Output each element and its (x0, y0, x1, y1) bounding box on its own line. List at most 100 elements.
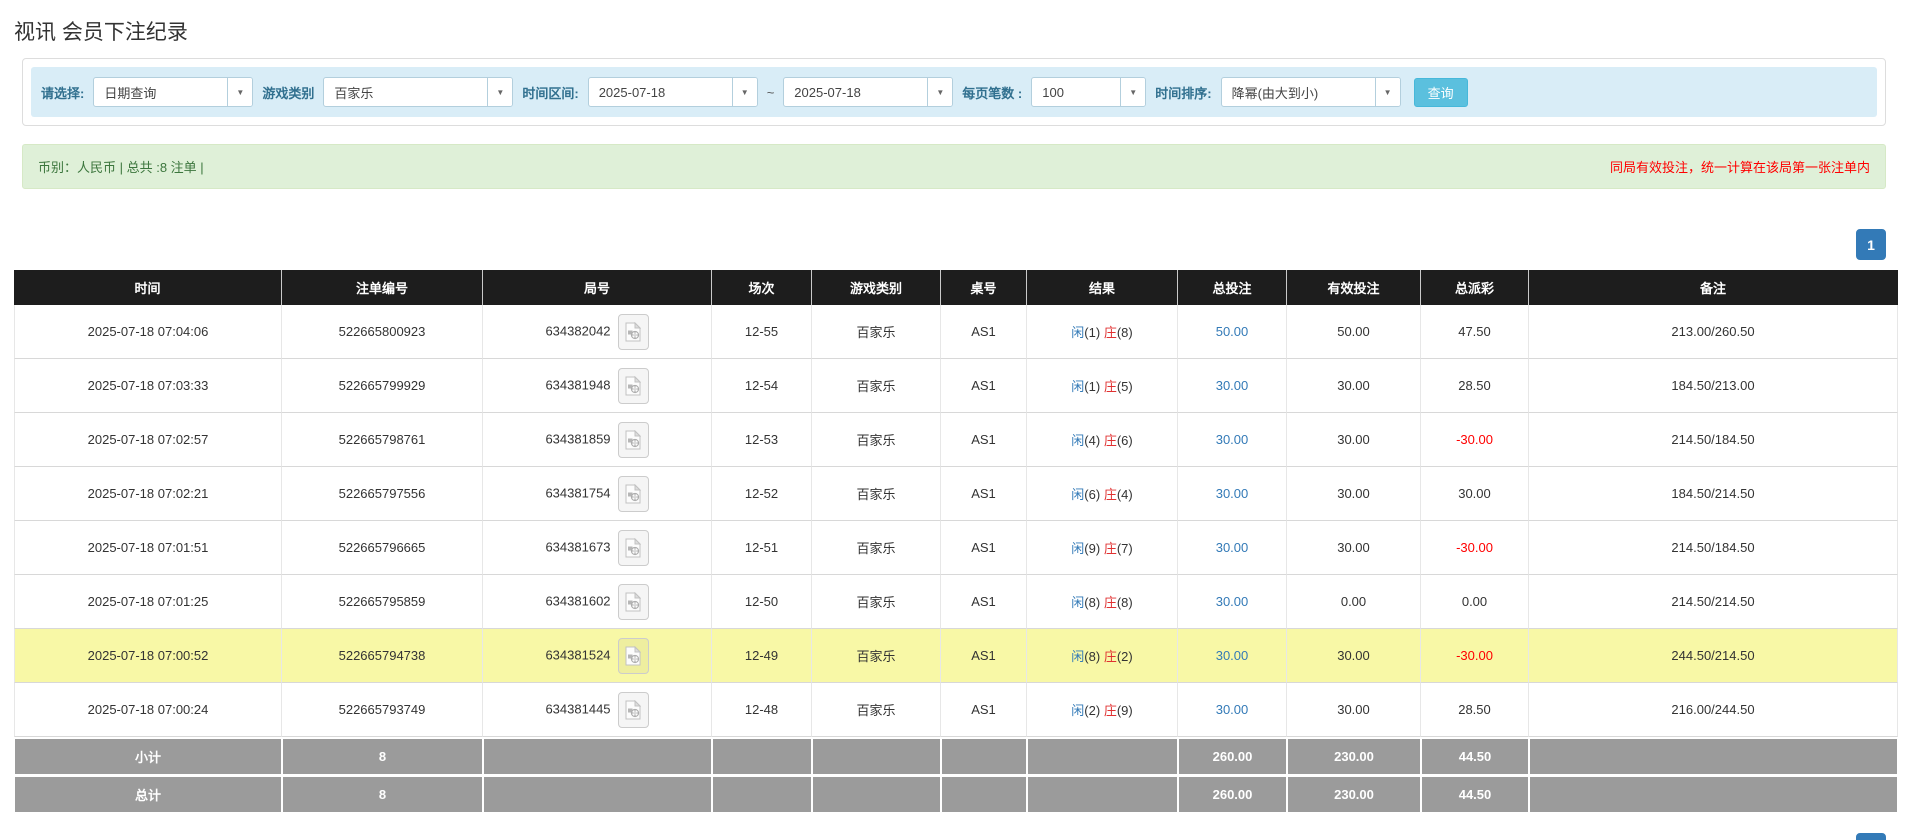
total-bet-link[interactable]: 30.00 (1216, 648, 1249, 663)
query-button[interactable]: 查询 (1414, 78, 1468, 107)
cell-game-type: 百家乐 (812, 629, 941, 683)
video-replay-button[interactable] (618, 422, 649, 458)
cell-game-type: 百家乐 (812, 467, 941, 521)
table-row: 2025-07-18 07:01:51 522665796665 6343816… (14, 521, 1898, 575)
total-payout: 44.50 (1421, 775, 1529, 813)
cell-total-bet: 30.00 (1178, 359, 1287, 413)
video-replay-button[interactable] (618, 476, 649, 512)
col-note: 备注 (1529, 270, 1898, 305)
game-type-value: 百家乐 (324, 78, 487, 106)
date-to-value: 2025-07-18 (784, 78, 927, 106)
cell-table-no: AS1 (941, 629, 1027, 683)
cell-table-no: AS1 (941, 467, 1027, 521)
col-result: 结果 (1027, 270, 1178, 305)
page: 视讯 会员下注纪录 请选择: 日期查询 ▼ 游戏类别 百家乐 ▼ 时间区间: 2… (0, 0, 1908, 840)
summary-bar: 币别：人民币 | 总共 :8 注单 | 同局有效投注，统一计算在该局第一张注单内 (22, 144, 1886, 189)
date-to-select[interactable]: 2025-07-18 ▼ (783, 77, 953, 107)
cell-round: 634381948 (483, 359, 712, 413)
cell-total-bet: 30.00 (1178, 413, 1287, 467)
cell-session: 12-53 (712, 413, 812, 467)
page-1-button-bottom[interactable]: 1 (1856, 833, 1886, 840)
cell-payout: 30.00 (1421, 467, 1529, 521)
subtotal-valid-bet: 230.00 (1287, 737, 1421, 775)
video-replay-button[interactable] (618, 584, 649, 620)
subtotal-count: 8 (282, 737, 483, 775)
cell-total-bet: 30.00 (1178, 521, 1287, 575)
total-bet-link[interactable]: 30.00 (1216, 594, 1249, 609)
total-count: 8 (282, 775, 483, 813)
query-mode-value: 日期查询 (94, 78, 227, 106)
col-time: 时间 (14, 270, 282, 305)
video-replay-button[interactable] (618, 530, 649, 566)
video-replay-button[interactable] (618, 368, 649, 404)
query-mode-select[interactable]: 日期查询 ▼ (93, 77, 253, 107)
cell-session: 12-49 (712, 629, 812, 683)
cell-round: 634381602 (483, 575, 712, 629)
cell-session: 12-54 (712, 359, 812, 413)
cell-time: 2025-07-18 07:01:51 (14, 521, 282, 575)
cell-bet-id: 522665799929 (282, 359, 483, 413)
total-bet-link[interactable]: 30.00 (1216, 702, 1249, 717)
cell-payout: 0.00 (1421, 575, 1529, 629)
video-replay-button[interactable] (618, 314, 649, 350)
cell-payout: -30.00 (1421, 629, 1529, 683)
page-size-label: 每页笔数 : (962, 83, 1022, 102)
cell-total-bet: 30.00 (1178, 629, 1287, 683)
cell-valid-bet: 50.00 (1287, 305, 1421, 359)
date-from-select[interactable]: 2025-07-18 ▼ (588, 77, 758, 107)
cell-round: 634381673 (483, 521, 712, 575)
pagination-bottom: 1 (22, 833, 1886, 840)
col-table-no: 桌号 (941, 270, 1027, 305)
cell-total-bet: 30.00 (1178, 467, 1287, 521)
cell-round: 634381754 (483, 467, 712, 521)
cell-bet-id: 522665795859 (282, 575, 483, 629)
total-bet-link[interactable]: 50.00 (1216, 324, 1249, 339)
page-size-value: 100 (1032, 78, 1120, 106)
table-row: 2025-07-18 07:02:21 522665797556 6343817… (14, 467, 1898, 521)
total-bet-link[interactable]: 30.00 (1216, 486, 1249, 501)
video-file-icon (625, 646, 641, 666)
cell-note: 216.00/244.50 (1529, 683, 1898, 737)
page-title: 视讯 会员下注纪录 (12, 14, 1896, 56)
cell-note: 214.50/214.50 (1529, 575, 1898, 629)
col-valid-bet: 有效投注 (1287, 270, 1421, 305)
cell-table-no: AS1 (941, 413, 1027, 467)
cell-note: 214.50/184.50 (1529, 521, 1898, 575)
pagination-top: 1 (22, 229, 1886, 260)
total-bet-link[interactable]: 30.00 (1216, 540, 1249, 555)
video-replay-button[interactable] (618, 638, 649, 674)
video-replay-button[interactable] (618, 692, 649, 728)
table-row: 2025-07-18 07:03:33 522665799929 6343819… (14, 359, 1898, 413)
time-range-label: 时间区间: (522, 83, 578, 102)
cell-round: 634381859 (483, 413, 712, 467)
sort-label: 时间排序: (1155, 83, 1211, 102)
table-row: 2025-07-18 07:00:52 522665794738 6343815… (14, 629, 1898, 683)
cell-payout: -30.00 (1421, 521, 1529, 575)
total-row: 总计 8 260.00 230.00 44.50 (14, 775, 1898, 813)
video-file-icon (625, 538, 641, 558)
cell-round: 634381445 (483, 683, 712, 737)
cell-time: 2025-07-18 07:01:25 (14, 575, 282, 629)
page-1-button[interactable]: 1 (1856, 229, 1886, 260)
cell-note: 184.50/213.00 (1529, 359, 1898, 413)
filter-strip: 请选择: 日期查询 ▼ 游戏类别 百家乐 ▼ 时间区间: 2025-07-18 … (31, 67, 1877, 117)
total-bet-link[interactable]: 30.00 (1216, 432, 1249, 447)
page-size-select[interactable]: 100 ▼ (1031, 77, 1146, 107)
cell-note: 184.50/214.50 (1529, 467, 1898, 521)
video-file-icon (625, 376, 641, 396)
cell-round: 634382042 (483, 305, 712, 359)
cell-payout: 47.50 (1421, 305, 1529, 359)
subtotal-label: 小计 (14, 737, 282, 775)
game-type-select[interactable]: 百家乐 ▼ (323, 77, 513, 107)
betting-records-table: 时间 注单编号 局号 场次 游戏类别 桌号 结果 总投注 有效投注 总派彩 备注… (14, 270, 1898, 813)
cell-table-no: AS1 (941, 575, 1027, 629)
cell-valid-bet: 30.00 (1287, 683, 1421, 737)
sort-select[interactable]: 降幂(由大到小) ▼ (1221, 77, 1401, 107)
cell-payout: 28.50 (1421, 683, 1529, 737)
col-bet-id: 注单编号 (282, 270, 483, 305)
chevron-down-icon: ▼ (732, 78, 757, 106)
cell-note: 244.50/214.50 (1529, 629, 1898, 683)
cell-session: 12-48 (712, 683, 812, 737)
total-bet-link[interactable]: 30.00 (1216, 378, 1249, 393)
date-from-value: 2025-07-18 (589, 78, 732, 106)
